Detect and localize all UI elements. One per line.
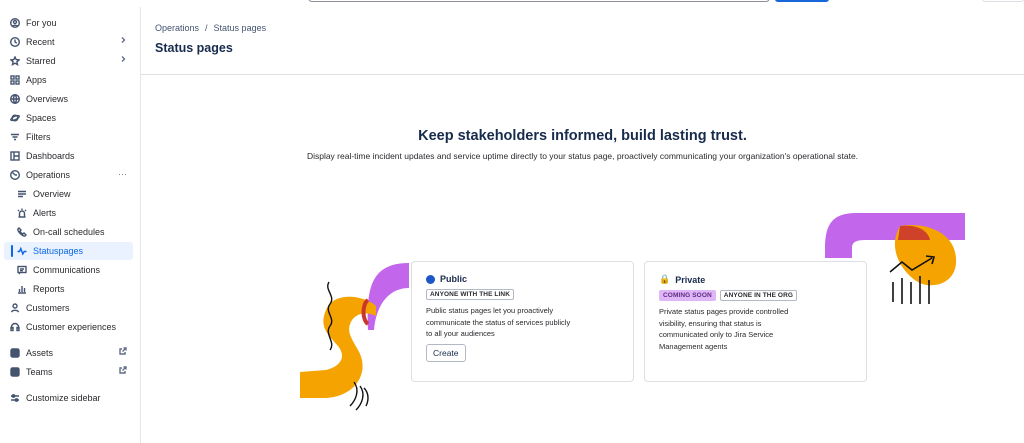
sidebar-item-label: Starred — [26, 56, 56, 66]
sidebar: For you Recent Starred Apps Overviews Sp… — [0, 7, 141, 443]
sidebar-item-overview[interactable]: Overview — [4, 185, 133, 203]
sidebar-item-label: Customers — [26, 303, 70, 313]
bar-chart-icon — [15, 284, 29, 294]
sidebar-item-dashboards[interactable]: Dashboards — [4, 147, 133, 165]
headset-icon — [8, 322, 22, 332]
sidebar-item-label: Alerts — [33, 208, 57, 218]
breadcrumb-current[interactable]: Status pages — [214, 23, 267, 33]
breadcrumb: Operations / Status pages — [155, 23, 266, 33]
planet-icon — [8, 113, 22, 123]
create-button[interactable] — [775, 0, 829, 2]
card-title: Public — [426, 274, 619, 284]
external-link-icon[interactable] — [119, 347, 127, 357]
card-description: Public status pages let you proactively … — [426, 306, 571, 338]
sidebar-item-label: Spaces — [26, 113, 57, 123]
list-icon — [15, 189, 29, 199]
sidebar-item-on-call-schedules[interactable]: On-call schedules — [4, 223, 133, 241]
breadcrumb-link[interactable]: Operations — [155, 23, 199, 33]
badge-group: ANYONE WITH THE LINK — [426, 289, 619, 300]
sidebar-item-label: Operations — [26, 170, 71, 180]
globe-icon — [426, 274, 435, 284]
page-title: Status pages — [155, 41, 233, 55]
sidebar-item-customize-sidebar[interactable]: Customize sidebar — [4, 389, 133, 407]
card-description: Private status pages provide controlled … — [659, 307, 789, 351]
sidebar-item-label: Overviews — [26, 94, 69, 104]
visibility-badge: ANYONE IN THE ORG — [719, 290, 798, 301]
visibility-badge: ANYONE WITH THE LINK — [426, 289, 514, 300]
sidebar-item-label: Assets — [26, 348, 54, 358]
external-link-icon[interactable] — [119, 366, 127, 376]
sidebar-item-label: Customer experiences — [26, 322, 117, 332]
dashboard-icon — [8, 151, 22, 161]
star-icon — [8, 56, 22, 66]
card-title-text: Public — [440, 274, 468, 284]
siren-icon — [15, 208, 29, 218]
apps-icon — [8, 75, 22, 85]
sidebar-item-starred[interactable]: Starred — [4, 52, 133, 70]
filter-icon — [8, 132, 22, 142]
sidebar-item-spaces[interactable]: Spaces — [4, 109, 133, 127]
pulse-icon — [15, 246, 29, 256]
sidebar-item-alerts[interactable]: Alerts — [4, 204, 133, 222]
top-right-control[interactable] — [982, 0, 1024, 2]
badge-group: COMING SOON ANYONE IN THE ORG — [659, 290, 852, 301]
person-icon — [8, 18, 22, 28]
sidebar-item-communications[interactable]: Communications — [4, 261, 133, 279]
search-input[interactable] — [308, 0, 770, 2]
chevron-right-icon[interactable] — [119, 36, 127, 46]
card-title-text: Private — [675, 274, 706, 285]
breadcrumb-separator: / — [205, 23, 208, 33]
customize-icon — [8, 393, 22, 403]
sidebar-item-for-you[interactable]: For you — [4, 14, 133, 32]
more-icon[interactable]: ··· — [118, 169, 127, 179]
coming-soon-badge: COMING SOON — [659, 290, 716, 301]
sidebar-item-label: Statuspages — [33, 246, 84, 256]
sidebar-item-statuspages[interactable]: Statuspages — [4, 242, 133, 260]
active-indicator — [11, 245, 13, 257]
message-icon — [15, 265, 29, 275]
hero-subtitle: Display real-time incident updates and s… — [306, 151, 859, 161]
sidebar-item-assets[interactable]: Assets — [4, 344, 133, 362]
sidebar-item-filters[interactable]: Filters — [4, 128, 133, 146]
sidebar-item-teams[interactable]: Teams — [4, 363, 133, 381]
private-card[interactable]: 🔒 Private COMING SOON ANYONE IN THE ORG … — [644, 261, 867, 382]
chevron-right-icon[interactable] — [119, 55, 127, 65]
sidebar-item-label: Teams — [26, 367, 53, 377]
sidebar-item-recent[interactable]: Recent — [4, 33, 133, 51]
purple-shape — [367, 263, 409, 330]
sidebar-item-label: On-call schedules — [33, 227, 105, 237]
sidebar-item-label: Recent — [26, 37, 55, 47]
decorative-illustration-left — [300, 263, 409, 411]
create-public-button[interactable]: Create — [426, 343, 466, 362]
public-card[interactable]: Public ANYONE WITH THE LINK Public statu… — [411, 261, 634, 382]
sidebar-item-label: Apps — [26, 75, 47, 85]
card-title: 🔒 Private — [659, 274, 852, 285]
sidebar-item-label: For you — [26, 18, 57, 28]
operations-icon — [8, 170, 22, 180]
phone-icon — [15, 227, 29, 237]
teams-icon — [8, 367, 22, 377]
sidebar-item-label: Filters — [26, 132, 51, 142]
clock-icon — [8, 37, 22, 47]
sidebar-item-apps[interactable]: Apps — [4, 71, 133, 89]
sidebar-item-reports[interactable]: Reports — [4, 280, 133, 298]
page-header: Operations / Status pages Status pages — [141, 7, 1024, 75]
sidebar-item-customers[interactable]: Customers — [4, 299, 133, 317]
sidebar-item-label: Communications — [33, 265, 101, 275]
sidebar-item-label: Customize sidebar — [26, 393, 101, 403]
user-icon — [8, 303, 22, 313]
sidebar-item-overviews[interactable]: Overviews — [4, 90, 133, 108]
hero-title: Keep stakeholders informed, build lastin… — [418, 128, 747, 144]
sidebar-item-label: Overview — [33, 189, 71, 199]
sidebar-item-label: Reports — [33, 284, 65, 294]
sidebar-item-customer-experiences[interactable]: Customer experiences — [4, 318, 133, 336]
sidebar-item-operations[interactable]: Operations ··· — [4, 166, 133, 184]
globe-icon — [8, 94, 22, 104]
assets-icon — [8, 348, 22, 358]
top-bar — [0, 0, 1024, 7]
sidebar-item-label: Dashboards — [26, 151, 75, 161]
lock-icon: 🔒 — [659, 274, 671, 284]
